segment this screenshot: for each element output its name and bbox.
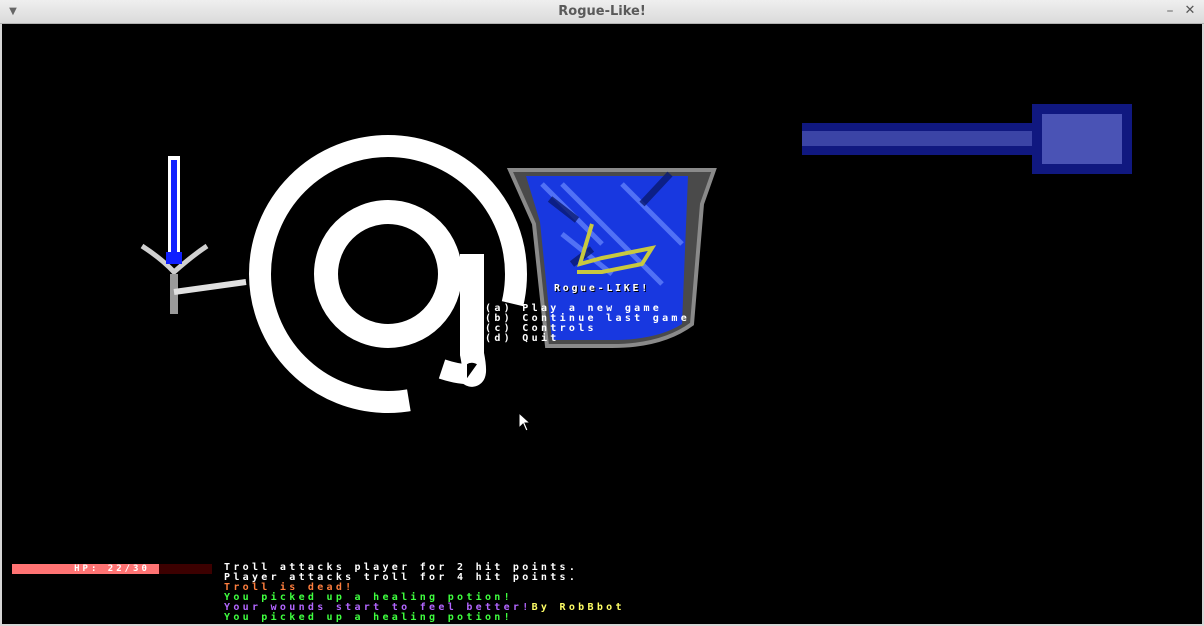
close-icon[interactable]: ✕ bbox=[1182, 3, 1198, 19]
game-viewport[interactable]: Rogue-LIKE! (a) Play a new game (b) Cont… bbox=[2, 24, 1202, 624]
window-title: Rogue-Like! bbox=[558, 4, 646, 19]
menu-item-quit[interactable]: (d) Quit bbox=[485, 334, 690, 344]
window-titlebar: ▼ Rogue-Like! – ✕ bbox=[0, 0, 1204, 24]
main-menu: (a) Play a new game (b) Continue last ga… bbox=[485, 304, 690, 344]
crossbow-icon bbox=[140, 156, 247, 314]
message-log: Troll attacks player for 2 hit points. P… bbox=[224, 563, 625, 623]
menu-item-label: Quit bbox=[522, 333, 560, 344]
blue-gauge-icon bbox=[802, 104, 1132, 174]
hp-bar: HP: 22/30 bbox=[12, 564, 212, 574]
hp-label: HP: 22/30 bbox=[74, 564, 150, 574]
at-sign-icon bbox=[230, 116, 546, 432]
mouse-cursor-icon bbox=[518, 412, 532, 432]
credit-text: By RobBbot bbox=[531, 602, 625, 613]
minimize-icon[interactable]: – bbox=[1162, 3, 1178, 19]
menu-item-key: (d) bbox=[485, 333, 513, 344]
logo-title: Rogue-LIKE! bbox=[554, 283, 650, 294]
log-line: You picked up a healing potion! bbox=[224, 612, 513, 623]
